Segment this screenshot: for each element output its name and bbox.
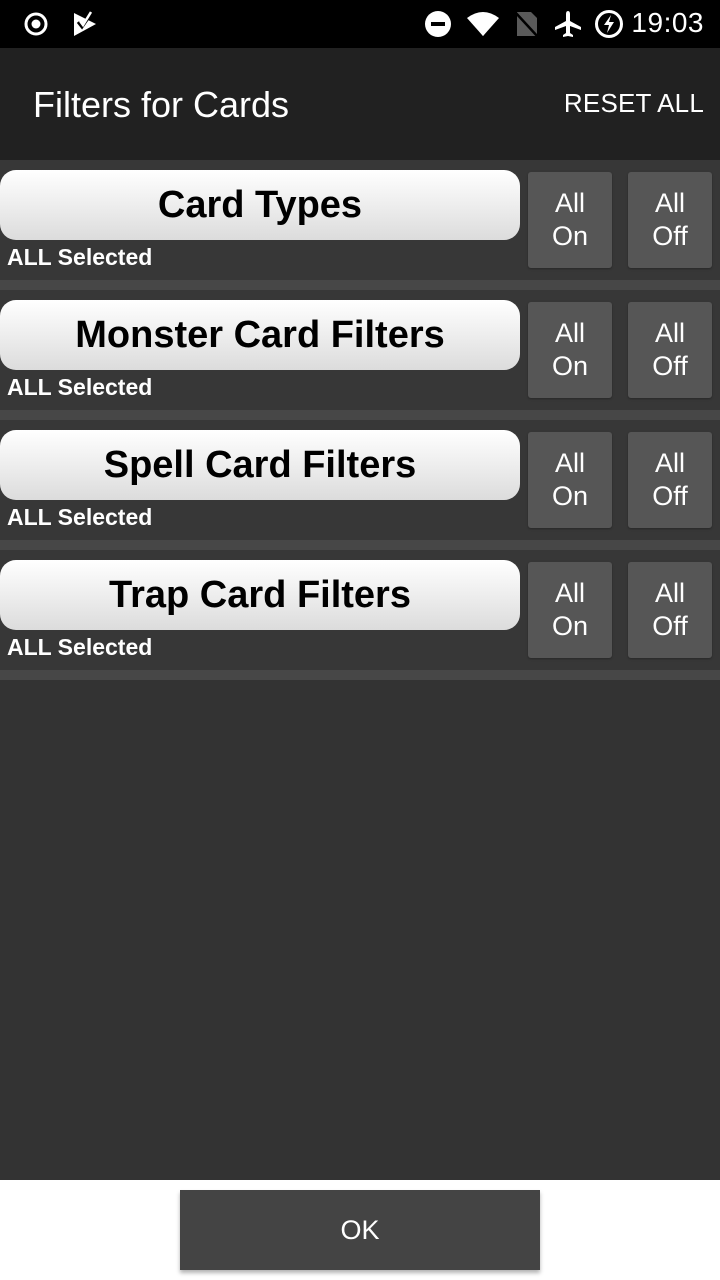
all-off-label-line2: Off (652, 351, 688, 381)
battery-saver-icon (594, 10, 624, 38)
all-off-label-line2: Off (652, 221, 688, 251)
ok-button[interactable]: OK (180, 1190, 540, 1270)
all-on-label-line1: All (554, 188, 585, 218)
all-on-label-line1: All (554, 578, 585, 608)
all-on-label-line1: All (554, 448, 585, 478)
do-not-disturb-icon (423, 10, 453, 38)
clock-time: 19:03 (631, 7, 704, 38)
footer: OK (0, 1180, 720, 1280)
all-off-label-line1: All (654, 448, 685, 478)
selection-status: ALL Selected (7, 504, 153, 530)
all-off-label-line1: All (654, 318, 685, 348)
app-bar: Filters for Cards RESET ALL (0, 48, 720, 160)
all-off-label-line2: Off (652, 611, 688, 641)
divider (0, 280, 720, 290)
all-on-label-line2: On (551, 221, 589, 251)
all-on-button[interactable]: All On (528, 432, 612, 528)
all-on-label-line2: On (551, 351, 589, 381)
trap-card-filters-button[interactable]: Trap Card Filters (0, 560, 520, 630)
all-on-label-line2: On (551, 611, 589, 641)
divider (0, 410, 720, 420)
play-store-check-icon (70, 10, 100, 38)
filter-row-trap: Trap Card Filters ALL Selected All On Al… (0, 550, 720, 680)
spell-card-filters-button[interactable]: Spell Card Filters (0, 430, 520, 500)
airplane-mode-icon (552, 10, 584, 38)
divider (0, 670, 720, 680)
record-icon (22, 10, 50, 38)
card-types-button[interactable]: Card Types (0, 170, 520, 240)
all-on-button[interactable]: All On (528, 172, 612, 268)
all-on-button[interactable]: All On (528, 562, 612, 658)
all-on-button[interactable]: All On (528, 302, 612, 398)
page-title: Filters for Cards (33, 84, 290, 125)
all-off-label-line2: Off (652, 481, 688, 511)
all-on-label-line2: On (551, 481, 589, 511)
wifi-icon (465, 10, 501, 38)
all-on-label-line1: All (554, 318, 585, 348)
filter-row-monster: Monster Card Filters ALL Selected All On… (0, 290, 720, 420)
all-off-button[interactable]: All Off (628, 432, 712, 528)
reset-all-button[interactable]: RESET ALL (564, 88, 704, 119)
all-off-button[interactable]: All Off (628, 562, 712, 658)
status-bar: 19:03 (0, 0, 720, 48)
selection-status: ALL Selected (7, 634, 153, 660)
all-off-label-line1: All (654, 578, 685, 608)
filter-row-spell: Spell Card Filters ALL Selected All On A… (0, 420, 720, 550)
filter-row-card-types: Card Types ALL Selected All On All Off (0, 160, 720, 290)
monster-card-filters-button[interactable]: Monster Card Filters (0, 300, 520, 370)
selection-status: ALL Selected (7, 244, 153, 270)
divider (0, 540, 720, 550)
all-off-button[interactable]: All Off (628, 302, 712, 398)
all-off-button[interactable]: All Off (628, 172, 712, 268)
filter-list: Card Types ALL Selected All On All Off M… (0, 160, 720, 1180)
selection-status: ALL Selected (7, 374, 153, 400)
all-off-label-line1: All (654, 188, 685, 218)
no-sim-icon (512, 10, 540, 38)
